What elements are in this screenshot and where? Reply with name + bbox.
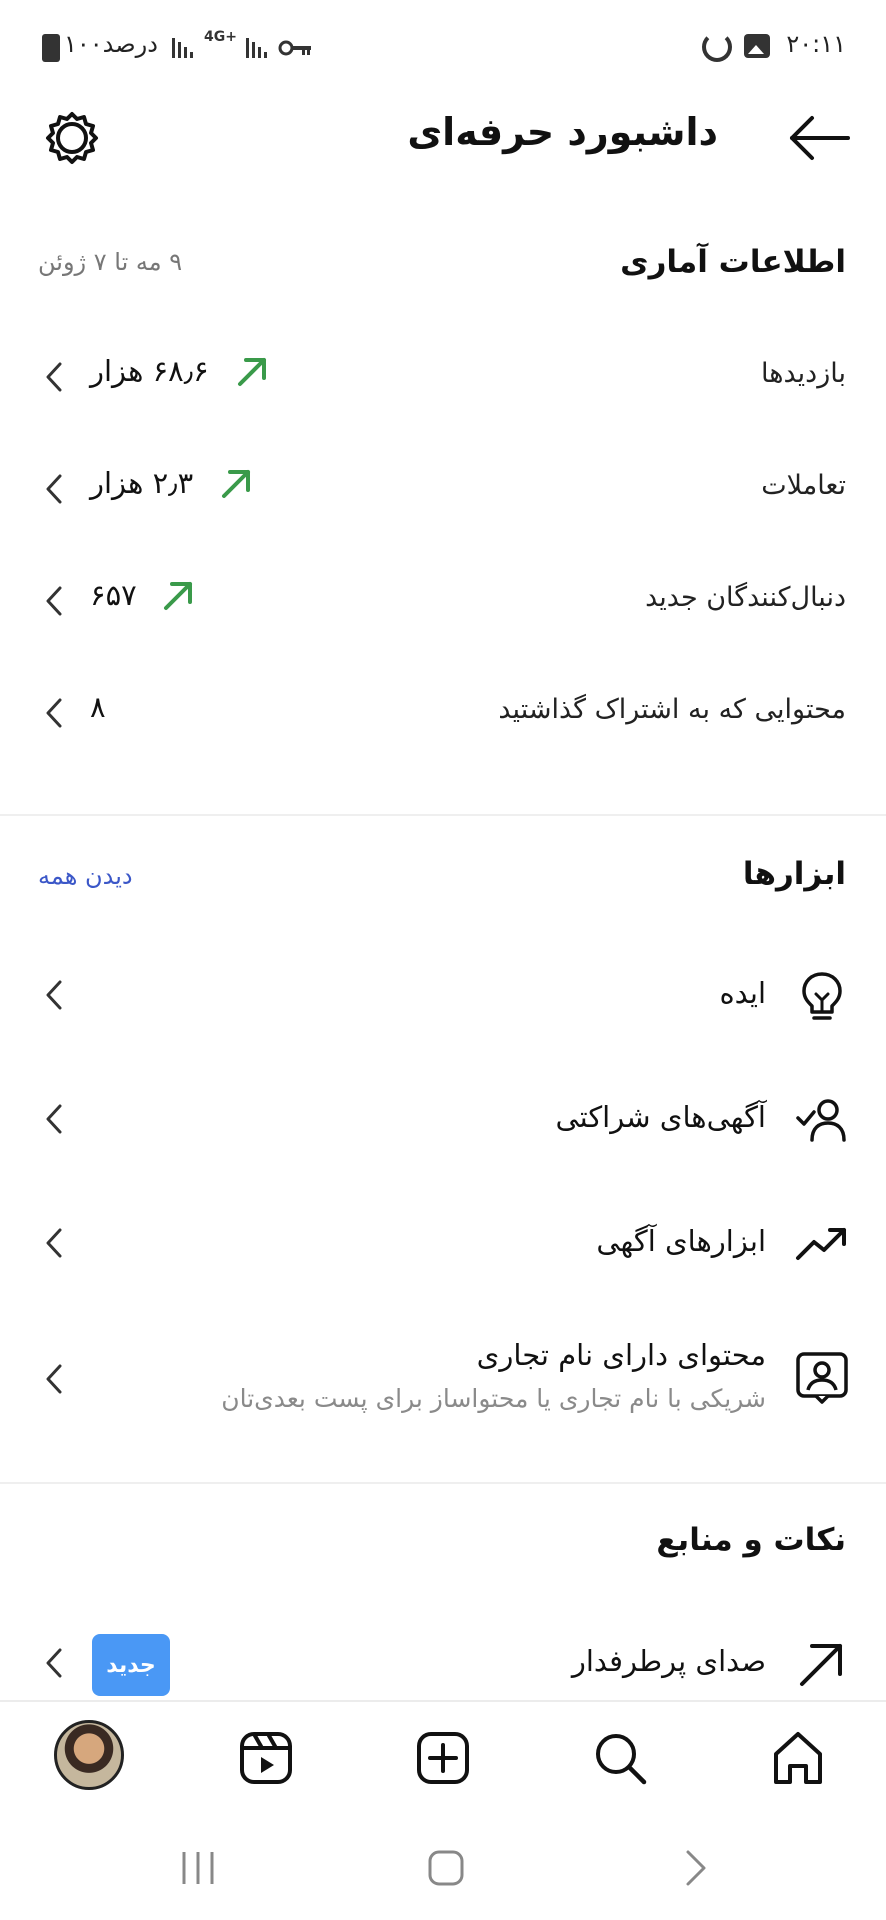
branded-content-icon [796,1352,848,1404]
search-icon[interactable] [590,1728,650,1788]
battery-icon [42,34,60,62]
chevron-left-icon [46,362,62,392]
settings-gear-icon[interactable] [44,110,100,166]
vpn-key-icon [278,40,311,56]
chevron-left-icon [46,698,62,728]
see-all-link[interactable]: دیدن همه [38,862,133,890]
signal-icon-2 [246,36,267,58]
lightbulb-icon [802,972,842,1020]
chevron-left-icon [46,1364,62,1394]
trend-up-arrow-icon [164,582,192,610]
person-check-icon [796,1099,846,1142]
tips-section-title: نکات و منابع [656,1522,846,1558]
chevron-left-icon [46,1104,62,1134]
stat-value: ۶۸٫۶ هزار [90,354,209,388]
tip-row-trending-audio[interactable]: صدای پرطرفدار جدید [0,1614,886,1714]
clock: ۲۰:۱۱ [786,30,846,58]
tool-row-ideas[interactable]: ایده [0,946,886,1046]
trending-up-icon [796,1228,846,1260]
stat-value: ۶۵۷ [90,578,137,612]
chevron-left-icon [46,1648,62,1678]
divider [0,814,886,816]
stat-label: تعاملات [761,470,846,501]
profile-avatar[interactable] [54,1720,124,1790]
stats-date-range: ۹ مه تا ۷ ژوئن [38,248,183,276]
create-post-icon[interactable] [413,1728,473,1788]
tool-label: صدای پرطرفدار [571,1644,766,1678]
trend-up-arrow-icon [222,470,250,498]
tool-label: ایده [719,976,766,1010]
bottom-navigation [0,1700,886,1812]
back-arrow-icon[interactable] [784,108,854,168]
stat-label: بازدیدها [761,358,846,389]
trend-up-arrow-icon [238,358,266,386]
home-button-icon[interactable] [424,1846,468,1890]
tools-section-title: ابزارها [742,856,846,892]
new-badge: جدید [92,1634,170,1696]
tool-row-partnership-ads[interactable]: آگهی‌های شراکتی [0,1070,886,1170]
battery-percent: ۱۰۰درصد [64,30,158,58]
tool-row-branded-content[interactable]: محتوای دارای نام تجاری شریکی با نام تجار… [0,1318,886,1448]
app-header: داشبورد حرفه‌ای [0,96,886,186]
stat-row-new-followers[interactable]: دنبال‌کنندگان جدید ۶۵۷ [0,556,886,646]
tool-label: محتوای دارای نام تجاری [476,1338,766,1372]
gallery-notification-icon [744,34,770,58]
stats-section-title: اطلاعات آماری [620,244,846,280]
tool-label: ابزارهای آگهی [596,1224,766,1258]
stat-label: دنبال‌کنندگان جدید [645,582,846,613]
stat-label: محتوایی که به اشتراک گذاشتید [498,694,846,725]
stat-row-views[interactable]: بازدیدها ۶۸٫۶ هزار [0,332,886,422]
arrow-up-right-icon [800,1644,842,1686]
signal-icon [172,36,193,58]
divider [0,1482,886,1484]
sync-notification-icon [702,32,732,62]
home-icon[interactable] [768,1728,828,1788]
system-navigation-bar [0,1812,886,1920]
page-title: داشبورد حرفه‌ای [407,110,718,154]
chevron-left-icon [46,586,62,616]
reels-icon[interactable] [236,1728,296,1788]
chevron-left-icon [46,1228,62,1258]
stat-row-interactions[interactable]: تعاملات ۲٫۳ هزار [0,444,886,534]
network-type: 4G+ [204,29,237,45]
tool-row-ad-tools[interactable]: ابزارهای آگهی [0,1194,886,1294]
stat-value: ۸ [90,690,106,724]
back-button-icon[interactable] [674,1846,718,1890]
chevron-left-icon [46,980,62,1010]
tool-label: آگهی‌های شراکتی [555,1100,766,1134]
chevron-left-icon [46,474,62,504]
tool-sublabel: شریکی با نام تجاری یا محتواساز برای پست … [221,1384,766,1413]
stat-row-content-shared[interactable]: محتوایی که به اشتراک گذاشتید ۸ [0,668,886,758]
recent-apps-icon[interactable] [176,1846,220,1890]
stat-value: ۲٫۳ هزار [90,466,194,500]
status-bar: ۲۰:۱۱ ۱۰۰درصد 4G+ [0,0,886,96]
